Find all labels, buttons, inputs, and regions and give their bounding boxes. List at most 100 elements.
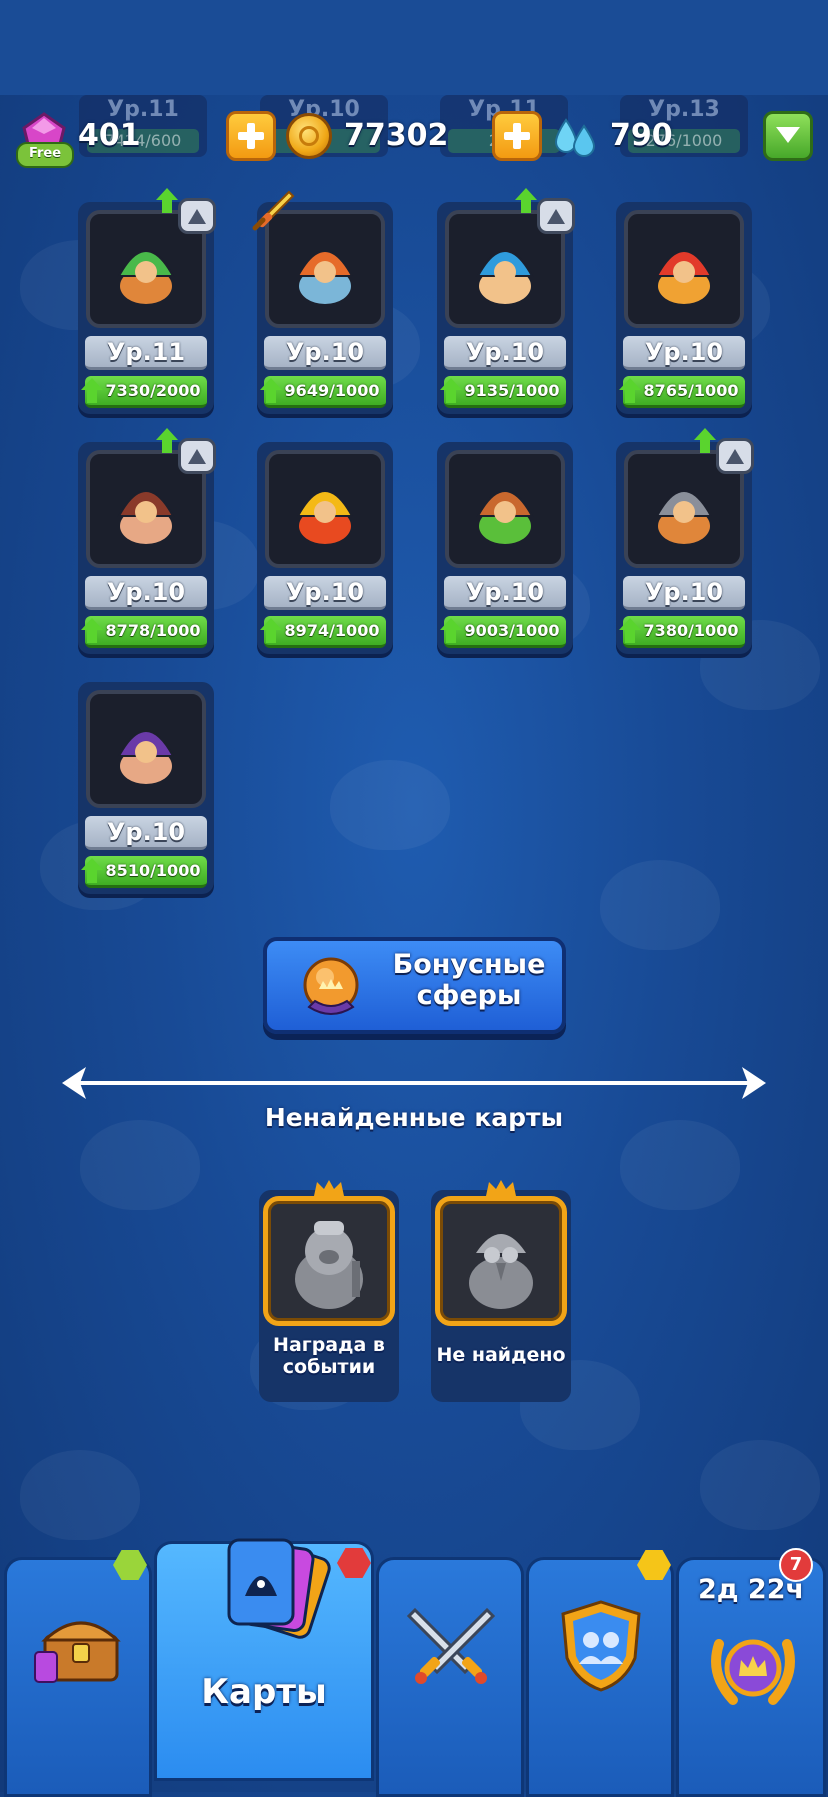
cannon-dwarf-icon: [476, 490, 534, 544]
card-portrait: [86, 690, 206, 808]
card-progress-text: 9649/1000: [284, 381, 380, 400]
notification-hex: [337, 1548, 371, 1578]
hero-card-ice-wizard[interactable]: Ур.10 9135/1000: [437, 188, 575, 420]
upgrade-arrow-icon: [515, 188, 537, 214]
hero-card-cannon-dwarf[interactable]: Ур.10 9003/1000: [437, 442, 573, 660]
nav-shop-tab[interactable]: [4, 1550, 152, 1797]
upgrade-arrow-icon: [156, 188, 178, 214]
upgrade-arrow-icon: [81, 858, 103, 884]
gasmask-hero-icon: [296, 250, 354, 304]
card-progress-bar: 9649/1000: [260, 376, 386, 408]
boar-gunner-icon: [117, 490, 175, 544]
card-level: Ур.10: [85, 576, 207, 610]
upgrade-available-badge: [156, 428, 216, 474]
add-drops-button[interactable]: [492, 111, 542, 161]
gems-count: 401: [78, 118, 141, 153]
coin-icon: [286, 113, 332, 159]
upgrade-arrow-icon: [694, 428, 716, 454]
top-strip: [0, 0, 828, 95]
card-level: Ур.10: [623, 576, 745, 610]
card-progress-bar: 8510/1000: [81, 856, 207, 888]
ice-wizard-icon: [476, 250, 534, 304]
nav-battle-tab[interactable]: [376, 1557, 524, 1797]
upgrade-arrow-icon: [440, 618, 462, 644]
card-level: Ур.10: [444, 336, 566, 370]
hero-card-fire-mage[interactable]: Ур.10 8765/1000: [616, 202, 752, 420]
section-divider: [62, 1067, 766, 1099]
card-level: Ур.10: [444, 576, 566, 610]
card-portrait: [624, 210, 744, 328]
upgrade-arrow-icon: [81, 378, 103, 404]
rank-triangle-icon: [537, 198, 575, 234]
card-progress-bar: 8974/1000: [260, 616, 386, 648]
card-progress-bar: 9003/1000: [440, 616, 566, 648]
card-level: Ур.10: [85, 816, 207, 850]
hero-card-lightning-wizard[interactable]: Ур.10 8974/1000: [257, 442, 393, 660]
nav-clan-tab[interactable]: [526, 1550, 674, 1797]
card-portrait: [445, 450, 565, 568]
add-coins-button[interactable]: [226, 111, 276, 161]
bearded-brawler-icon: [117, 730, 175, 784]
card-progress-text: 7380/1000: [643, 621, 739, 640]
locked-card-event[interactable]: Награда в событии: [259, 1180, 399, 1402]
card-progress-text: 9003/1000: [464, 621, 560, 640]
bonus-spheres-label: Бонусные сферы: [392, 949, 546, 1011]
upgrade-arrow-icon: [260, 618, 282, 644]
card-progress-text: 8765/1000: [643, 381, 739, 400]
rank-triangle-icon: [178, 438, 216, 474]
hooded-hero-icon: [117, 250, 175, 304]
locked-card-label: Награда в событии: [273, 1334, 385, 1378]
dropdown-menu-button[interactable]: [763, 111, 813, 161]
hero-card-hooded-hero[interactable]: Ур.11 7330/2000: [78, 188, 216, 420]
card-progress-text: 8510/1000: [105, 861, 201, 880]
card-progress-bar: 8765/1000: [619, 376, 745, 408]
sword-boost-icon: [252, 190, 295, 231]
upgrade-arrow-icon: [81, 618, 103, 644]
card-progress-text: 9135/1000: [464, 381, 560, 400]
hero-card-boar-gunner[interactable]: Ур.10 8778/1000: [78, 428, 216, 660]
nav-event-tab[interactable]: 7 2д 22ч: [676, 1548, 826, 1797]
card-level: Ур.10: [264, 336, 386, 370]
locked-card-portrait: [435, 1196, 567, 1326]
free-gems-badge[interactable]: Free: [16, 142, 74, 168]
upgrade-available-badge: [156, 188, 216, 234]
nav-cards-tab[interactable]: Карты: [154, 1538, 374, 1781]
clan-shield-icon: [561, 1600, 641, 1692]
upgrade-arrow-icon: [619, 618, 641, 644]
section-title: Ненайденные карты: [264, 1103, 564, 1132]
rank-triangle-icon: [716, 438, 754, 474]
card-progress-bar: 7380/1000: [619, 616, 745, 648]
pig-chef-silhouette-icon: [295, 1221, 363, 1309]
card-level: Ур.11: [85, 336, 207, 370]
treasure-chest-icon: [34, 1621, 121, 1683]
card-progress-bar: 7330/2000: [81, 376, 207, 408]
card-progress-bar: 8778/1000: [81, 616, 207, 648]
locked-card-not-found[interactable]: Не найдено: [431, 1180, 571, 1402]
crown-icon: [486, 1180, 516, 1196]
card-progress-text: 7330/2000: [105, 381, 201, 400]
upgrade-available-badge: [515, 188, 575, 234]
hero-card-gasmask-hero[interactable]: Ур.10 9649/1000: [252, 190, 393, 420]
rank-triangle-icon: [178, 198, 216, 234]
bonus-spheres-button[interactable]: Бонусные сферы: [263, 937, 566, 1034]
orb-icon: [303, 957, 359, 1015]
card-progress-bar: 9135/1000: [440, 376, 566, 408]
upgrade-available-badge: [694, 428, 754, 474]
card-level: Ур.10: [264, 576, 386, 610]
notification-hex: [637, 1550, 671, 1580]
card-level: Ур.10: [623, 336, 745, 370]
drops-count: 790: [610, 118, 673, 153]
cards-icon: [227, 1538, 331, 1639]
hero-card-bearded-brawler[interactable]: Ур.10 8510/1000: [78, 682, 214, 900]
card-portrait: [265, 450, 385, 568]
coins-count: 77302: [344, 118, 449, 153]
crown-icon: [314, 1180, 344, 1196]
upgrade-arrow-icon: [260, 378, 282, 404]
hero-card-armored-warrior[interactable]: Ур.10 7380/1000: [616, 428, 754, 660]
armored-warrior-icon: [655, 490, 713, 544]
laurel-crown-icon: [711, 1639, 795, 1705]
event-timer: 2д 22ч: [697, 1574, 805, 1605]
fire-mage-icon: [655, 250, 713, 304]
mana-drops-icon: [554, 118, 596, 157]
nav-cards-label: Карты: [201, 1672, 327, 1712]
